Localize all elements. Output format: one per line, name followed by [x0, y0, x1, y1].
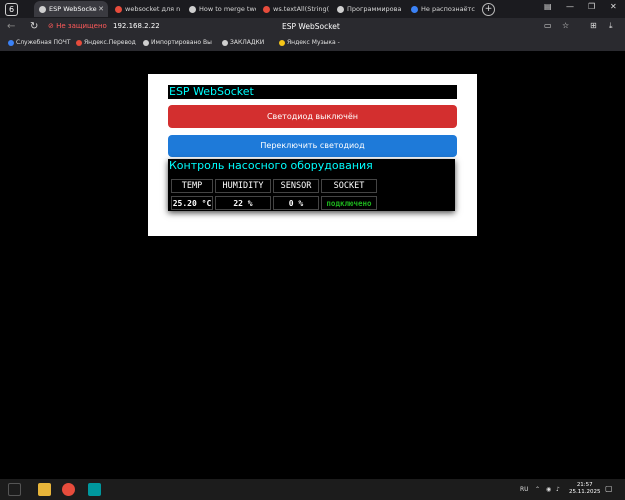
value-humidity: 22 % — [215, 196, 271, 210]
bookmark-item[interactable]: Служебная ПОЧТ — [8, 39, 71, 46]
bookmarks-bar: Служебная ПОЧТ Яндекс.Перевод Импортиров… — [0, 37, 625, 51]
new-tab-button[interactable]: + — [482, 3, 495, 16]
folder-icon — [222, 39, 228, 46]
bookmark-folder[interactable]: ЗАКЛАДКИ — [222, 39, 264, 46]
clock-date: 25.11.2025 — [569, 489, 601, 495]
header-humidity: HUMIDITY — [215, 179, 271, 193]
tab-ws-textall[interactable]: ws.textAll(String( — [258, 1, 330, 17]
panel-title: Контроль насосного оборудования — [169, 159, 373, 172]
yandex-browser-icon[interactable] — [62, 483, 75, 496]
tab-label: ESP WebSocke — [49, 5, 97, 13]
yandex-search-icon — [263, 5, 270, 13]
tab-esp-websocket[interactable]: ESP WebSocke ✕ — [34, 1, 108, 17]
music-icon — [279, 39, 285, 46]
folder-icon — [143, 39, 149, 46]
pump-control-panel: Контроль насосного оборудования TEMP HUM… — [168, 159, 455, 211]
tab-count-button[interactable]: 6 — [5, 3, 18, 16]
bookmark-folder[interactable]: Импортировано Вы — [143, 39, 212, 46]
translate-icon — [76, 39, 82, 46]
arduino-forum-icon — [189, 5, 196, 13]
notifications-icon[interactable]: ▢ — [605, 484, 613, 493]
page-title: ESP WebSocket — [282, 22, 340, 31]
yandex-search-icon — [115, 5, 122, 13]
download-icon[interactable]: ⤓ — [609, 21, 613, 31]
bookmark-manager-icon[interactable]: ▤ — [544, 2, 552, 11]
back-icon[interactable]: ← — [7, 21, 15, 33]
web-page: ESP WebSocket Светодиод выключён Переклю… — [148, 74, 477, 236]
tab-label: How to merge two — [199, 5, 256, 13]
close-window-icon[interactable]: ✕ — [610, 2, 617, 11]
value-sensor: 0 % — [273, 196, 319, 210]
esp-page-icon — [39, 5, 46, 13]
header-temp: TEMP — [171, 179, 213, 193]
language-indicator[interactable]: RU — [520, 486, 529, 493]
tab-websocket-search[interactable]: websocket для n — [110, 1, 182, 17]
clock-time: 21:57 — [576, 482, 593, 488]
tab-label: ws.textAll(String( — [273, 5, 330, 13]
taskbar: RU ⌃ ◉ ♪ 21:57 25.11.2025 ▢ — [0, 479, 625, 500]
chevron-up-icon[interactable]: ⌃ — [535, 486, 540, 493]
reader-mode-icon[interactable]: ▭ — [544, 21, 552, 30]
value-temp: 25.20 °C — [171, 196, 213, 210]
bookmark-item[interactable]: Яндекс Музыка - — [279, 39, 340, 46]
page-heading: ESP WebSocket — [168, 85, 457, 99]
ai-assistant-icon — [411, 5, 418, 13]
bookmark-star-icon[interactable]: ☆ — [562, 21, 569, 30]
tab-programming[interactable]: Программирова — [332, 1, 404, 17]
extensions-icon[interactable]: ⊞ — [590, 21, 597, 30]
volume-icon[interactable]: ♪ — [556, 486, 560, 493]
led-status-button[interactable]: Светодиод выключён — [168, 105, 457, 128]
tab-label: websocket для n — [125, 5, 181, 13]
tab-label: Программирова — [347, 5, 402, 13]
header-sensor: SENSOR — [273, 179, 319, 193]
file-explorer-icon[interactable] — [38, 483, 51, 496]
tab-bar: 6 ESP WebSocke ✕ websocket для n How to … — [0, 0, 625, 18]
minimize-icon[interactable]: — — [566, 2, 574, 11]
not-secure-indicator[interactable]: ⊘ Не защищено — [48, 22, 107, 30]
system-clock[interactable]: 21:57 25.11.2025 — [569, 482, 601, 496]
header-socket: SOCKET — [321, 179, 377, 193]
close-icon[interactable]: ✕ — [98, 1, 104, 17]
reload-icon[interactable]: ↻ — [30, 21, 38, 33]
network-icon[interactable]: ◉ — [546, 486, 551, 493]
windows-start-icon[interactable] — [8, 483, 21, 496]
ai-assistant-icon — [337, 5, 344, 13]
bookmark-item[interactable]: Яндекс.Перевод — [76, 39, 136, 46]
tab-merge-two[interactable]: How to merge two — [184, 1, 256, 17]
value-socket-status: подключено — [321, 196, 377, 210]
tab-label: Не распознаётс — [421, 5, 475, 13]
toggle-led-button[interactable]: Переключить светодиод — [168, 135, 457, 157]
mail-icon — [8, 39, 14, 46]
not-secure-label: Не защищено — [56, 22, 107, 30]
address-bar: ← ↻ ⊘ Не защищено 192.168.2.22 ESP WebSo… — [0, 18, 625, 37]
arduino-ide-icon[interactable] — [88, 483, 101, 496]
url-field[interactable]: 192.168.2.22 — [113, 22, 160, 30]
tab-not-recognized[interactable]: Не распознаётс — [406, 1, 478, 17]
restore-icon[interactable]: ❐ — [588, 2, 595, 11]
